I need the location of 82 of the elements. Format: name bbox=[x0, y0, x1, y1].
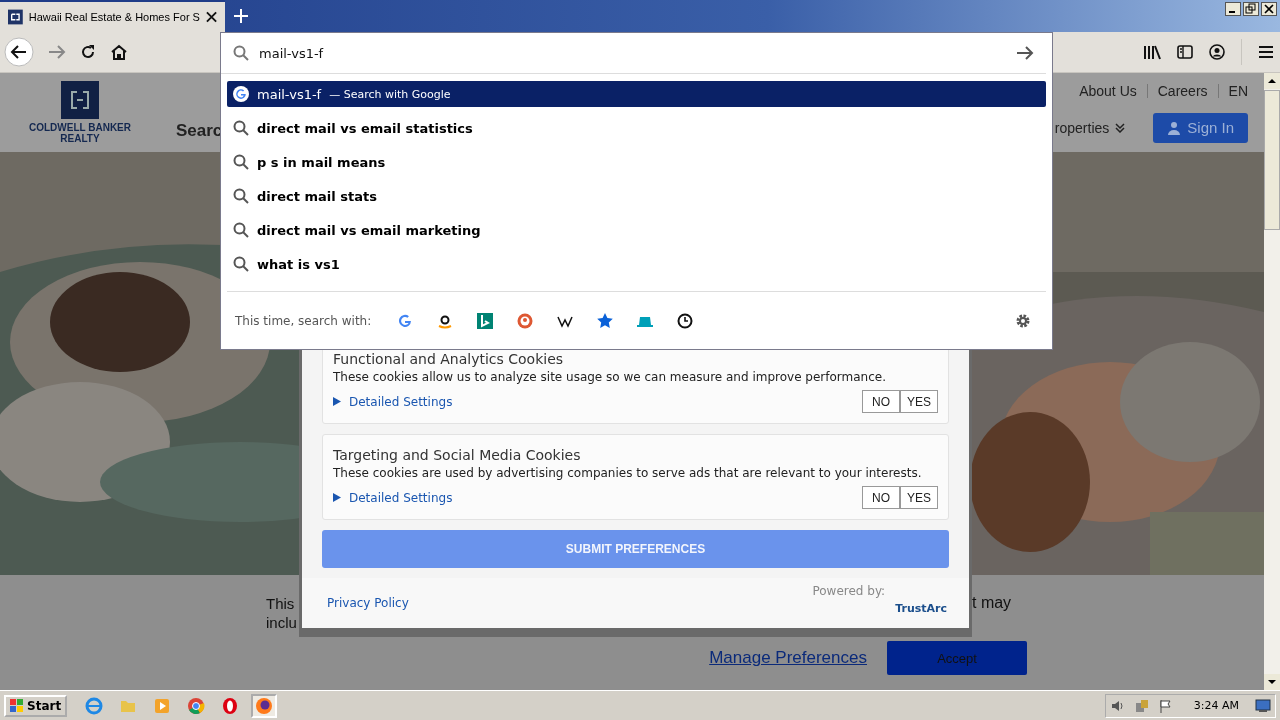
minimize-icon[interactable] bbox=[1225, 2, 1241, 16]
chevron-icon bbox=[1115, 122, 1126, 133]
suggestion-item[interactable]: what is vs1 bbox=[227, 251, 1046, 277]
start-button[interactable]: Start bbox=[4, 694, 68, 717]
search-icon bbox=[233, 188, 249, 204]
nav-link[interactable]: Careers bbox=[1157, 82, 1208, 99]
duck-icon[interactable] bbox=[517, 312, 534, 329]
browser-icon bbox=[255, 696, 274, 715]
expand-icon[interactable] bbox=[333, 493, 341, 502]
yes-button[interactable]: YES bbox=[900, 486, 938, 509]
account-icon[interactable] bbox=[1209, 44, 1225, 60]
powered-by-text: Powered by: bbox=[812, 584, 886, 598]
yes-button[interactable]: YES bbox=[900, 390, 938, 413]
browser-icon bbox=[187, 696, 206, 715]
suggestion-item[interactable]: p s in mail means bbox=[227, 149, 1046, 175]
suggestion-item[interactable]: direct mail vs email statistics bbox=[227, 115, 1046, 141]
scroll-down-icon[interactable] bbox=[1264, 674, 1280, 690]
scroll-up-icon[interactable] bbox=[1264, 73, 1280, 89]
detailed-settings-link[interactable]: Detailed Settings bbox=[349, 490, 453, 505]
sidebar-icon[interactable] bbox=[1177, 44, 1193, 60]
library-icon[interactable] bbox=[1143, 44, 1161, 60]
banner-text: This bbox=[266, 594, 296, 613]
detailed-settings-link[interactable]: Detailed Settings bbox=[349, 394, 453, 409]
go-arrow-icon[interactable] bbox=[1016, 45, 1034, 61]
new-tab-icon[interactable] bbox=[234, 9, 248, 23]
google-icon bbox=[233, 86, 249, 102]
logo-text: COLDWELL BANKER bbox=[29, 122, 131, 133]
close-icon[interactable] bbox=[205, 11, 217, 23]
play-icon bbox=[153, 696, 172, 715]
back-icon[interactable] bbox=[4, 37, 34, 67]
forward-icon[interactable] bbox=[48, 44, 66, 60]
nav-link[interactable]: roperties bbox=[1054, 119, 1110, 136]
menu-icon[interactable] bbox=[1258, 45, 1274, 59]
taskbar-app[interactable] bbox=[251, 693, 278, 718]
search-icon bbox=[233, 154, 249, 170]
history-icon[interactable] bbox=[677, 312, 694, 329]
no-button[interactable]: NO bbox=[862, 390, 900, 413]
logo-icon bbox=[61, 81, 99, 119]
category-description: These cookies are used by advertising companies to serve ads that are relevant to your interests. bbox=[333, 466, 923, 480]
bing-icon[interactable] bbox=[477, 312, 494, 329]
browser-tab[interactable]: Hawaii Real Estate & Homes For S bbox=[0, 0, 225, 32]
reload-icon[interactable] bbox=[80, 44, 96, 60]
ring-icon bbox=[221, 696, 240, 715]
suggestion-item[interactable]: direct mail vs email marketing bbox=[227, 217, 1046, 243]
home-icon[interactable] bbox=[110, 44, 128, 60]
category-description: These cookies allow us to analyze site usage so we can measure and improve performance. bbox=[333, 370, 887, 384]
banner-text: inclu bbox=[266, 613, 297, 632]
expand-icon[interactable] bbox=[333, 397, 341, 406]
privacy-policy-link[interactable]: Privacy Policy bbox=[327, 596, 409, 610]
search-icon bbox=[233, 45, 249, 61]
scrollbar[interactable] bbox=[1264, 73, 1280, 690]
google-icon[interactable] bbox=[397, 312, 414, 329]
tab-title: Hawaii Real Estate & Homes For S bbox=[28, 11, 200, 23]
nav-link[interactable]: EN bbox=[1228, 82, 1248, 99]
nav-link[interactable]: About Us bbox=[1079, 82, 1137, 99]
logo-text: REALTY bbox=[60, 133, 100, 144]
user-icon bbox=[1167, 120, 1182, 135]
manage-preferences-link[interactable]: Manage Preferences bbox=[709, 648, 867, 668]
suggestion-item[interactable]: direct mail stats bbox=[227, 183, 1046, 209]
sign-in-button[interactable]: Sign In bbox=[1153, 112, 1248, 143]
restore-icon[interactable] bbox=[1243, 2, 1259, 16]
search-icon bbox=[233, 120, 249, 136]
scroll-thumb[interactable] bbox=[1264, 90, 1280, 230]
windows-flag-icon bbox=[10, 698, 24, 713]
favicon-icon bbox=[8, 9, 23, 25]
address-field[interactable]: mail-vs1-f bbox=[259, 45, 1006, 61]
no-button[interactable]: NO bbox=[862, 486, 900, 509]
suggestion-item[interactable]: mail-vs1-f — Search with Google bbox=[227, 81, 1046, 107]
globe-icon bbox=[85, 696, 104, 715]
search-with-label: This time, search with: bbox=[235, 313, 372, 328]
category-title: Targeting and Social Media Cookies bbox=[333, 447, 582, 463]
brand-logo: TrustArc bbox=[895, 601, 947, 615]
banner-text: t may bbox=[972, 594, 1012, 612]
search-icon bbox=[233, 256, 249, 272]
star-icon[interactable] bbox=[597, 312, 614, 329]
close-icon[interactable] bbox=[1261, 2, 1277, 16]
flag-icon[interactable] bbox=[1157, 697, 1174, 714]
clock: 3:24 AM bbox=[1193, 699, 1239, 712]
desktop-icon[interactable] bbox=[1255, 698, 1271, 713]
search-icon bbox=[233, 222, 249, 238]
category-title: Functional and Analytics Cookies bbox=[333, 351, 565, 367]
nav-link[interactable]: Searc bbox=[176, 120, 223, 141]
